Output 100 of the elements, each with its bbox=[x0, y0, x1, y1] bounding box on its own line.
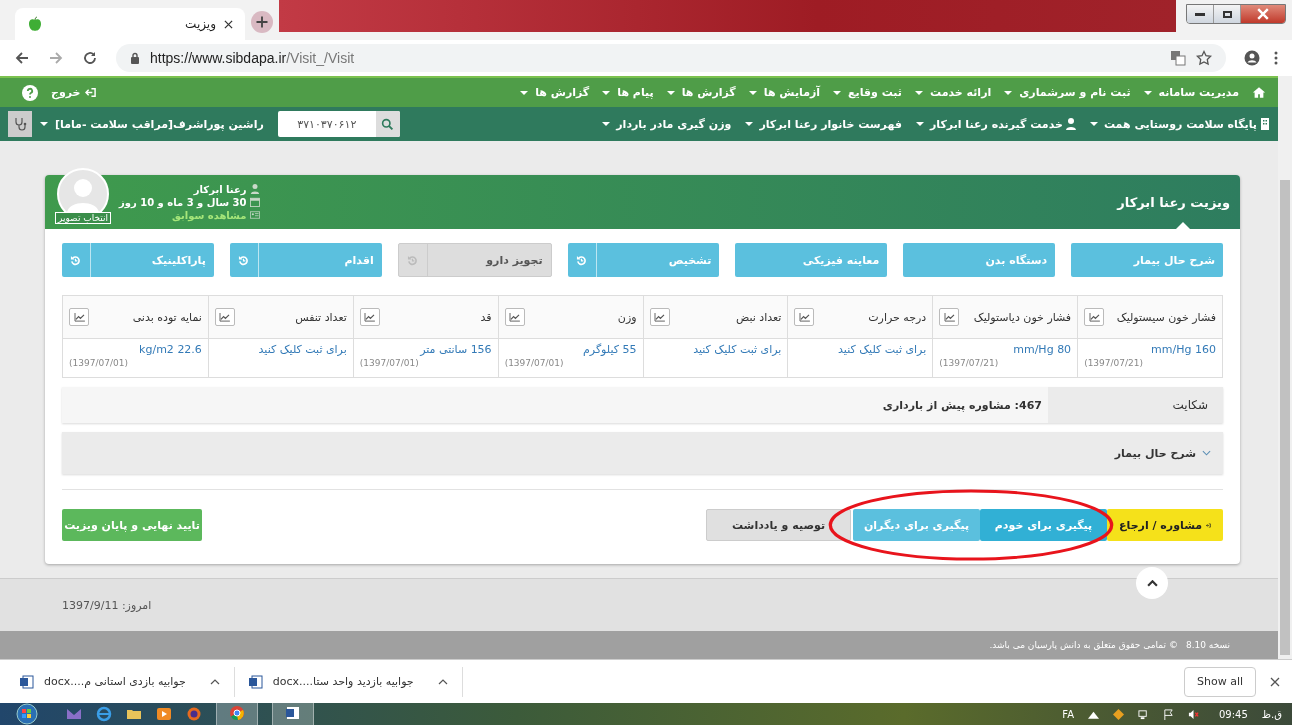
patient-name: رعنا ابرکار bbox=[193, 183, 247, 195]
speaker-muted-icon[interactable] bbox=[1188, 708, 1199, 720]
caret-up-icon[interactable] bbox=[209, 678, 220, 685]
history-link[interactable]: مشاهده سوابق bbox=[171, 209, 247, 221]
search-button[interactable] bbox=[375, 111, 400, 137]
user-icon bbox=[1065, 118, 1076, 130]
action-button[interactable]: توصیه و یادداشت bbox=[706, 509, 851, 541]
chart-icon[interactable] bbox=[359, 308, 380, 326]
id-card-icon bbox=[250, 210, 261, 220]
complaint-value: 467: مشاوره پیش از بارداری bbox=[881, 397, 1043, 414]
user-dropdown[interactable]: راشین پوراشرف[مراقب سلامت -ماما] bbox=[40, 117, 264, 131]
action-button[interactable]: تایید نهایی و پایان ویزیت bbox=[62, 509, 202, 541]
media-player-icon[interactable] bbox=[156, 706, 172, 722]
vital-date: (1397/07/01) bbox=[504, 358, 565, 368]
today-date: امروز: 1397/9/11 bbox=[62, 598, 152, 612]
restore-icon[interactable] bbox=[1214, 5, 1241, 23]
vital-label: فشار خون سیستولیک bbox=[1115, 310, 1216, 324]
browser-e-icon[interactable] bbox=[96, 706, 112, 722]
browser-tab[interactable]: ویزیت bbox=[15, 8, 245, 40]
chart-icon[interactable] bbox=[504, 308, 525, 326]
logout-link[interactable]: خروج bbox=[51, 86, 96, 99]
nav-menu-item[interactable]: پیام ها bbox=[602, 86, 654, 99]
vital-value-link[interactable]: 80 mm/Hg bbox=[939, 343, 1072, 356]
user-icon bbox=[250, 184, 261, 194]
chrome-icon[interactable] bbox=[229, 704, 245, 721]
vital-value-link[interactable]: برای ثبت کلیک کنید bbox=[649, 343, 782, 356]
history-panel-title: شرح حال بیمار bbox=[1114, 446, 1196, 460]
firefox-icon[interactable] bbox=[186, 706, 202, 722]
action-button[interactable]: مشاوره / ارجاع bbox=[1107, 509, 1223, 541]
reload-icon[interactable] bbox=[82, 50, 98, 66]
chart-icon[interactable] bbox=[214, 308, 235, 326]
scrollbar[interactable] bbox=[1278, 76, 1292, 659]
nav-menu-item[interactable]: گزارش ها bbox=[666, 86, 736, 99]
sign-out-icon bbox=[84, 87, 96, 98]
vital-value-link[interactable]: 22.6 kg/m2 bbox=[69, 343, 202, 356]
profile-icon[interactable] bbox=[1244, 50, 1260, 66]
vital-date: (1397/07/01) bbox=[69, 358, 129, 368]
help-icon[interactable] bbox=[22, 84, 38, 101]
back-arrow-icon[interactable] bbox=[14, 50, 30, 66]
nav-menu-item[interactable]: آزمایش ها bbox=[748, 86, 821, 99]
url-text: https://www.sibdapa.ir/Visit_/Visit bbox=[150, 50, 356, 66]
translate-icon[interactable] bbox=[1170, 50, 1186, 66]
download-file-name[interactable]: جوابیه بازدی استانی م....docx bbox=[44, 675, 186, 688]
caret-up-icon[interactable] bbox=[437, 678, 448, 685]
vital-date: (1397/07/01) bbox=[359, 358, 420, 368]
apple-icon bbox=[27, 16, 43, 32]
menu-icon[interactable] bbox=[1274, 50, 1278, 66]
vital-value-link[interactable]: برای ثبت کلیک کنید bbox=[214, 343, 347, 356]
copyright-text: © تمامی حقوق متعلق به دانش پارسیان می باشد. bbox=[989, 640, 1178, 650]
vital-label: درجه حرارت bbox=[867, 310, 927, 324]
search-field[interactable]: ۳۷۱۰۳۷۰۶۱۲ bbox=[277, 111, 400, 137]
vital-value-link[interactable]: 156 سانتی متر bbox=[359, 343, 492, 356]
chart-icon[interactable] bbox=[69, 308, 89, 326]
stethoscope-button[interactable] bbox=[8, 111, 32, 137]
scroll-top-button[interactable] bbox=[1136, 567, 1168, 599]
vital-value-link[interactable]: 55 کیلوگرم bbox=[504, 343, 637, 356]
header-pointer bbox=[1176, 222, 1190, 229]
show-all-button[interactable]: Show all bbox=[1183, 666, 1256, 697]
lock-icon bbox=[130, 52, 140, 64]
clock-period[interactable]: ق.ظ bbox=[1261, 708, 1282, 720]
vital-value-link[interactable]: 160 mm/Hg bbox=[1084, 343, 1216, 356]
flag-icon[interactable] bbox=[1163, 708, 1174, 720]
clock-time[interactable]: 09:45 bbox=[1219, 708, 1248, 720]
new-tab-icon[interactable] bbox=[251, 11, 273, 33]
close-icon[interactable] bbox=[1241, 5, 1285, 23]
nav-menu-item[interactable]: ثبت نام و سرشماری bbox=[1004, 86, 1131, 99]
sub-nav-item[interactable]: وزن گیری مادر باردار bbox=[602, 117, 732, 131]
sub-nav-item[interactable]: خدمت گیرنده رعنا ابرکار bbox=[915, 117, 1076, 131]
nav-menu-item[interactable]: گزارش ها bbox=[520, 86, 590, 99]
vital-date: (1397/07/21) bbox=[939, 358, 1000, 368]
language-indicator[interactable]: FA bbox=[1062, 708, 1074, 720]
nav-menu-item[interactable]: مدیریت سامانه bbox=[1143, 86, 1239, 99]
tray-app-icon[interactable] bbox=[1113, 708, 1124, 720]
chart-icon[interactable] bbox=[939, 308, 960, 326]
vital-label: تعداد نبض bbox=[734, 310, 782, 324]
stethoscope-icon bbox=[13, 117, 27, 131]
chart-icon[interactable] bbox=[1084, 308, 1105, 326]
nav-menu-item[interactable]: ارائه خدمت bbox=[915, 86, 992, 99]
close-tab-icon[interactable] bbox=[224, 19, 233, 29]
network-icon[interactable] bbox=[1138, 708, 1149, 720]
nav-menu-item[interactable]: ثبت وقایع bbox=[833, 86, 902, 99]
sub-nav-item[interactable]: فهرست خانوار رعنا ابرکار bbox=[745, 117, 902, 131]
minimize-icon[interactable] bbox=[1187, 5, 1214, 23]
vital-label: وزن bbox=[616, 310, 637, 324]
chevron-icon bbox=[1202, 450, 1211, 456]
address-bar[interactable]: https://www.sibdapa.ir/Visit_/Visit bbox=[116, 44, 1226, 72]
word-icon[interactable] bbox=[285, 704, 301, 721]
history-panel-header[interactable]: شرح حال بیمار bbox=[62, 432, 1223, 474]
home-icon[interactable] bbox=[1252, 86, 1266, 99]
chart-icon[interactable] bbox=[794, 308, 815, 326]
star-icon[interactable] bbox=[1196, 50, 1212, 66]
sub-nav-item[interactable]: پایگاه سلامت روستایی همت bbox=[1089, 117, 1270, 131]
start-button[interactable] bbox=[16, 703, 38, 725]
chart-icon[interactable] bbox=[649, 308, 670, 326]
close-icon[interactable] bbox=[1270, 676, 1280, 687]
vital-value-link[interactable]: برای ثبت کلیک کنید bbox=[794, 343, 927, 356]
choose-photo-button[interactable]: انتخاب تصویر bbox=[55, 212, 112, 224]
download-file-name[interactable]: جوابیه بازدید واحد ستا....docx bbox=[272, 675, 414, 688]
tab-title: ویزیت bbox=[185, 17, 216, 31]
action-button[interactable]: پیگیری برای خودم bbox=[980, 509, 1107, 541]
